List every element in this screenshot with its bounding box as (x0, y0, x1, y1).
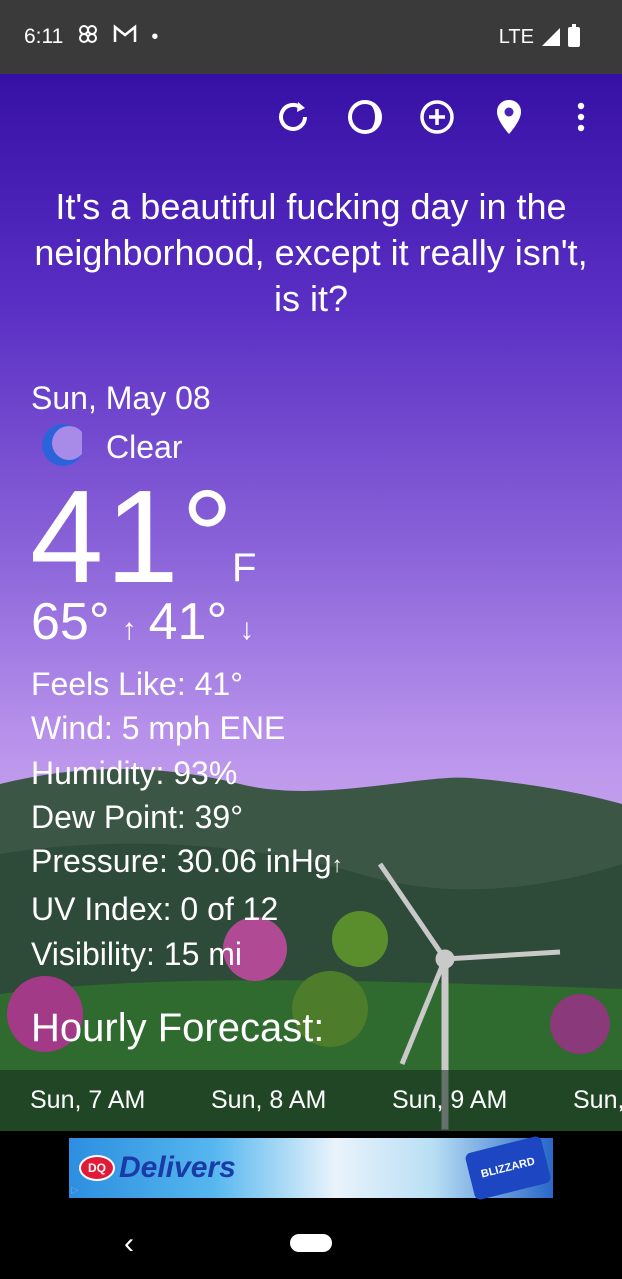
visibility: Visibility: 15 mi (31, 935, 243, 972)
high-temp: 65° (31, 593, 110, 651)
high-low: 65° ↑ 41° ↓ (31, 592, 254, 652)
signal-icon (542, 28, 560, 46)
more-options-icon[interactable] (560, 96, 602, 138)
temperature-unit: F (232, 546, 257, 590)
blizzard-badge: BLIZZARD (464, 1135, 552, 1201)
toolbar (272, 96, 602, 138)
ad-choices-icon[interactable]: ▷ (71, 1185, 79, 1196)
nav-bar: ‹ (0, 1213, 622, 1279)
up-arrow-icon: ↑ (121, 613, 137, 646)
status-right: LTE (499, 0, 580, 74)
humidity: Humidity: 93% (31, 754, 238, 791)
home-pill[interactable] (290, 1234, 332, 1252)
battery-icon (568, 24, 580, 47)
hour-item[interactable]: Sun, 7 AM (0, 1086, 181, 1115)
wind: Wind: 5 mph ENE (31, 710, 286, 747)
pinwheel-icon (77, 23, 99, 51)
weather-screen[interactable]: It's a beautiful fucking day in the neig… (0, 74, 622, 1131)
pressure: Pressure: 30.06 inHg (31, 843, 332, 880)
tagline: It's a beautiful fucking day in the neig… (34, 186, 588, 319)
network-label: LTE (498, 25, 534, 48)
ad-headline: Delivers (119, 1151, 236, 1184)
pressure-row: Pressure: 30.06 inHg↑ (31, 839, 343, 887)
pressure-arrow-icon: ↑ (331, 852, 343, 878)
hour-item[interactable]: Sun, 1 (543, 1086, 622, 1115)
current-temperature: 41° (30, 463, 236, 610)
status-bar: 6:11 • LTE (0, 0, 622, 74)
ad-bar: DQ Delivers BLIZZARD ▷ (0, 1131, 622, 1213)
down-arrow-icon: ↓ (239, 613, 255, 646)
current-date: Sun, May 08 (31, 380, 211, 416)
gmail-icon (113, 24, 137, 50)
ad-banner[interactable]: DQ Delivers BLIZZARD ▷ (69, 1135, 553, 1201)
back-icon[interactable]: ‹ (124, 1227, 134, 1261)
refresh-icon[interactable] (272, 96, 314, 138)
hour-item[interactable]: Sun, 8 AM (181, 1086, 362, 1115)
dew-point: Dew Point: 39° (31, 798, 244, 835)
hour-item[interactable]: Sun, 9 AM (362, 1086, 543, 1115)
hourly-strip[interactable]: Sun, 7 AM Sun, 8 AM Sun, 9 AM Sun, 1 (0, 1070, 622, 1131)
condition-text: Clear (106, 429, 183, 465)
dq-logo: DQ (79, 1155, 115, 1181)
hourly-forecast-title: Hourly Forecast: (31, 1006, 325, 1050)
dot-icon: • (151, 25, 159, 48)
status-time: 6:11 (24, 25, 64, 48)
feels-like: Feels Like: 41° (31, 666, 244, 702)
moon-phase-icon[interactable] (344, 96, 386, 138)
low-temp: 41° (148, 593, 228, 651)
details-list: Feels Like: 41° Wind: 5 mph ENE Humidity… (31, 662, 343, 976)
uv-index: UV Index: 0 of 12 (31, 891, 279, 928)
location-pin-icon[interactable] (488, 96, 530, 138)
add-location-icon[interactable] (416, 96, 458, 138)
